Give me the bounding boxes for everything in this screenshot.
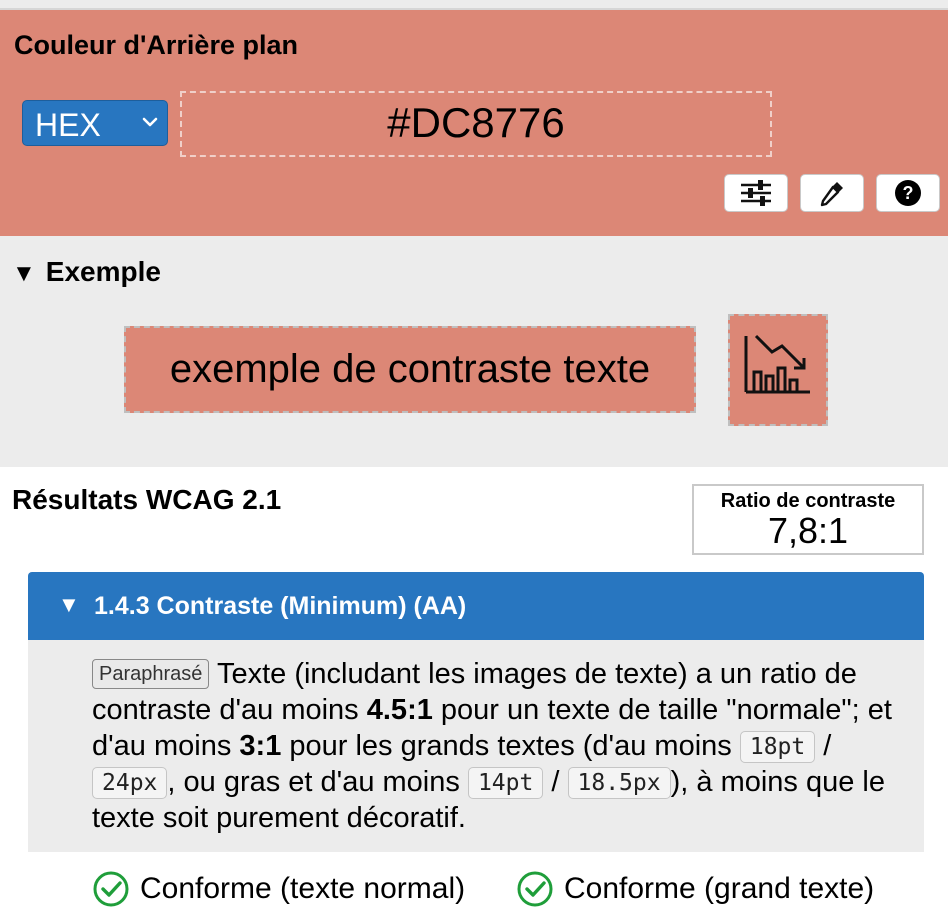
chevron-down-icon (142, 117, 158, 127)
ratio-large: 3:1 (239, 730, 282, 762)
criterion-title: 1.4.3 Contraste (Minimum) (AA) (94, 592, 467, 620)
size-code: 18.5px (567, 767, 671, 799)
collapse-triangle-icon: ▼ (12, 260, 36, 287)
criterion-description: Paraphrasé Texte (includant les images d… (92, 656, 908, 836)
background-color-title: Couleur d'Arrière plan (14, 30, 298, 60)
hex-color-input[interactable]: #DC8776 (180, 91, 772, 157)
svg-text:?: ? (903, 183, 914, 203)
adjust-sliders-button[interactable] (724, 174, 788, 212)
eyedropper-button[interactable] (800, 174, 864, 212)
contrast-ratio-box: Ratio de contraste 7,8:1 (692, 484, 924, 555)
size-code: 14pt (467, 767, 544, 799)
criterion-text: , ou gras et d'au moins (167, 766, 460, 798)
check-circle-icon (93, 871, 129, 907)
criterion-text: pour les grands textes (d'au moins (289, 730, 732, 762)
size-code: 18pt (739, 731, 816, 763)
criterion-header[interactable]: ▼ 1.4.3 Contraste (Minimum) (AA) (28, 572, 924, 640)
help-icon: ? (895, 180, 921, 206)
check-circle-icon (517, 871, 553, 907)
sliders-icon (741, 180, 771, 206)
sample-icon-box (728, 314, 828, 426)
separator: / (551, 766, 560, 798)
separator: / (823, 730, 832, 762)
pass-large-text: Conforme (grand texte) (516, 870, 874, 908)
collapse-triangle-icon: ▼ (58, 592, 80, 617)
contrast-ratio-value: 7,8:1 (767, 510, 849, 551)
color-format-value: HEX (35, 107, 101, 143)
paraphrased-tag: Paraphrasé (92, 659, 210, 689)
ratio-normal: 4.5:1 (366, 694, 433, 726)
pass-large-label: Conforme (grand texte) (564, 872, 875, 905)
color-format-select[interactable]: HEX (22, 100, 168, 146)
declining-chart-icon (744, 334, 810, 394)
pass-normal-label: Conforme (texte normal) (140, 872, 466, 905)
example-heading-label: Exemple (45, 256, 161, 287)
size-code: 24px (92, 767, 168, 799)
example-heading[interactable]: ▼ Exemple (12, 256, 161, 288)
top-border (0, 0, 948, 10)
eyedropper-icon (820, 182, 843, 207)
sample-text: exemple de contraste texte (124, 326, 696, 413)
pass-normal-text: Conforme (texte normal) (92, 870, 465, 908)
results-title: Résultats WCAG 2.1 (12, 484, 282, 515)
criterion-body: Paraphrasé Texte (includant les images d… (28, 640, 924, 852)
help-button[interactable]: ? (876, 174, 940, 212)
